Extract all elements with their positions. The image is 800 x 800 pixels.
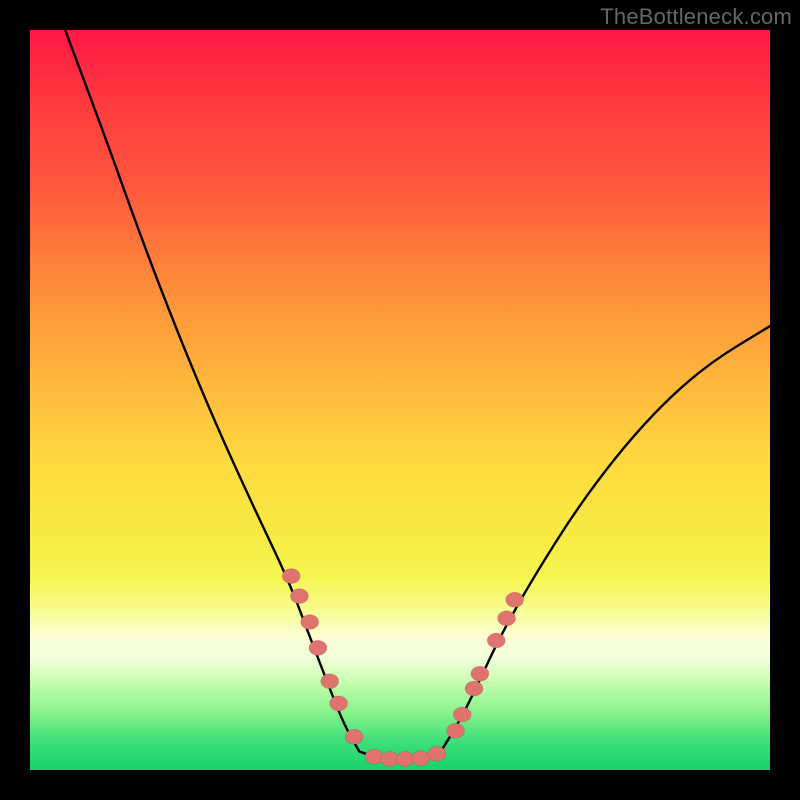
bead [321, 674, 339, 689]
bead [365, 749, 383, 764]
bead [381, 751, 399, 766]
watermark: TheBottleneck.com [600, 4, 792, 30]
bead [447, 723, 465, 738]
bead [412, 751, 430, 766]
bead [453, 707, 471, 722]
bead [290, 589, 308, 604]
bead [506, 592, 524, 607]
bead [345, 729, 363, 744]
bead [487, 633, 505, 648]
bead [301, 615, 319, 630]
beads-group [282, 569, 524, 767]
outer-frame: TheBottleneck.com [0, 0, 800, 800]
bead [309, 640, 327, 655]
bead [471, 666, 489, 681]
bead [330, 696, 348, 711]
curve-svg [30, 30, 770, 770]
bead [498, 611, 516, 626]
plot-area [30, 30, 770, 770]
bead [465, 681, 483, 696]
bead [428, 746, 446, 761]
bead [282, 569, 300, 584]
bottleneck-curve [60, 15, 770, 759]
